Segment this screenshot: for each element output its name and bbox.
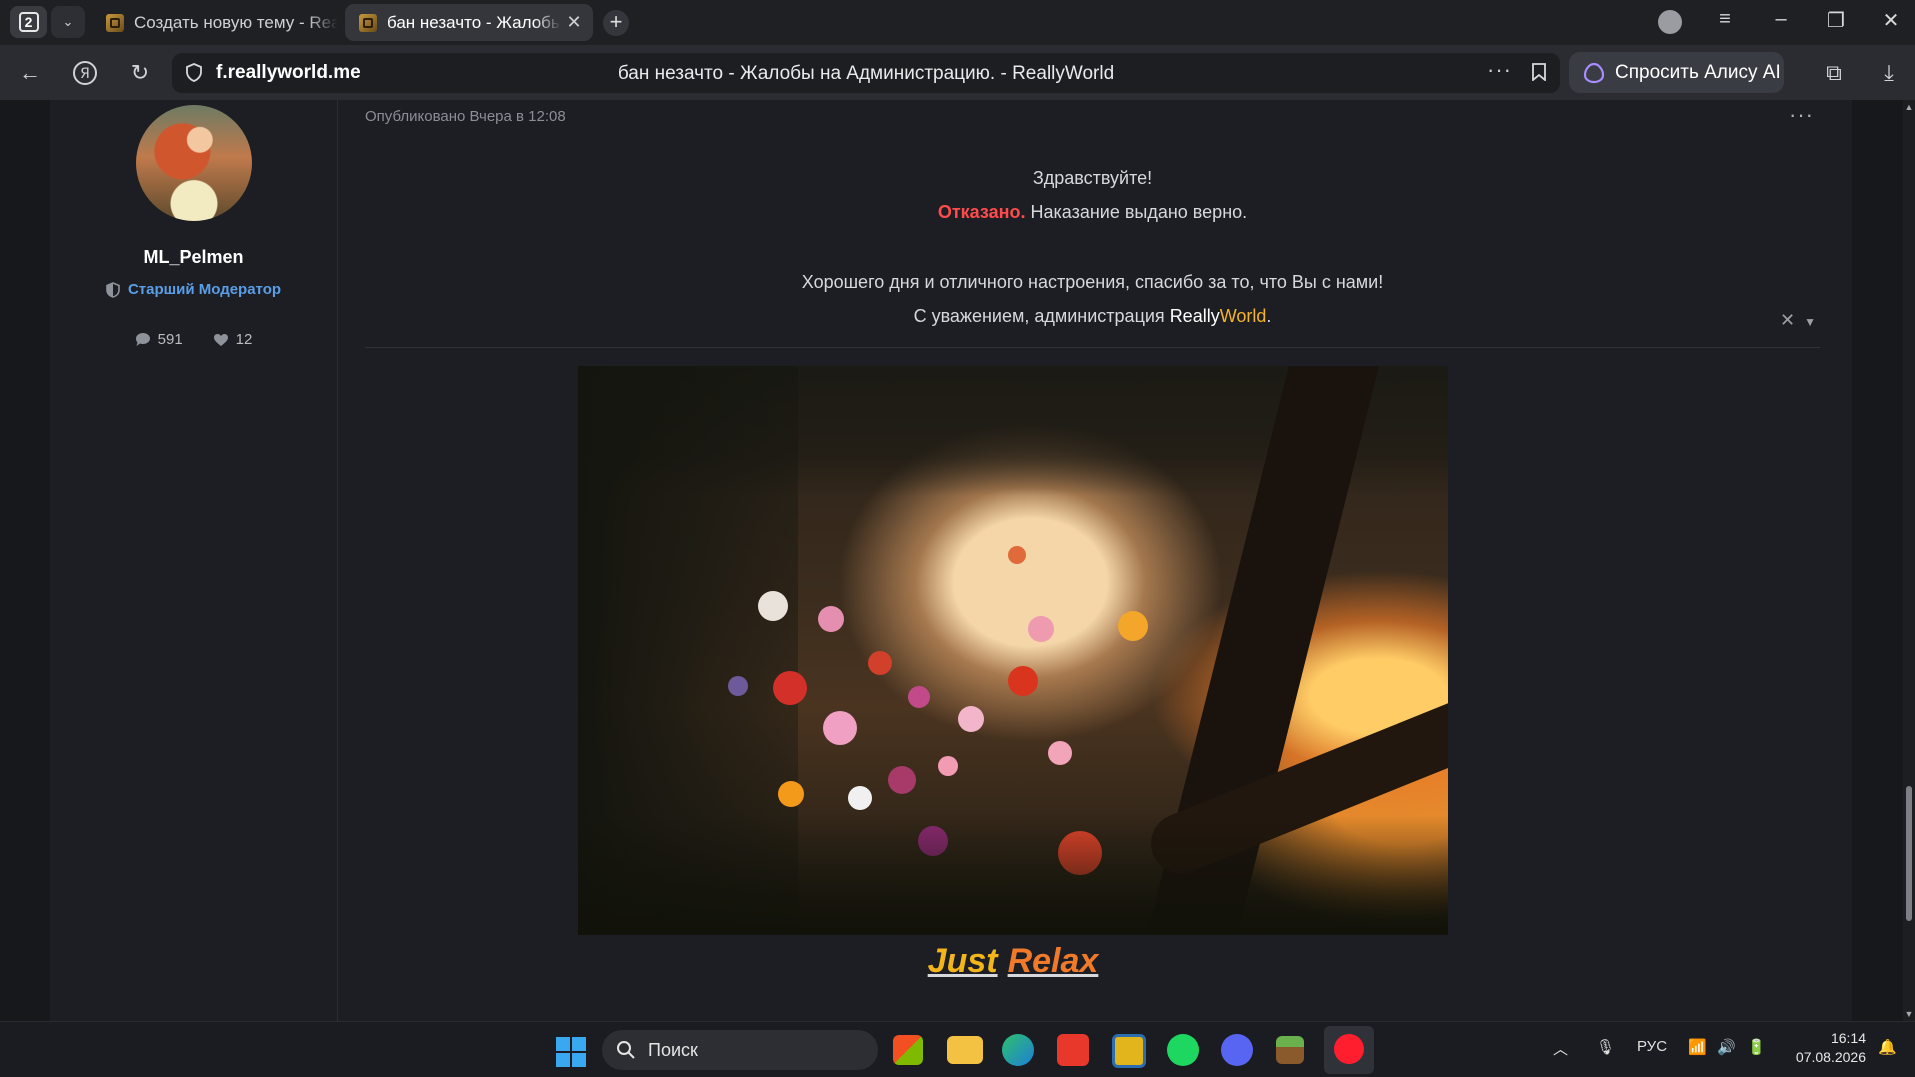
post-author-sidebar: ML_Pelmen Старший Модератор 591 12 xyxy=(50,100,338,1021)
svg-text:Я: Я xyxy=(80,66,90,82)
yandex-browser-icon[interactable] xyxy=(1334,1034,1364,1064)
moderator-shield-icon xyxy=(106,281,120,298)
restore-icon[interactable]: ❐ xyxy=(1821,8,1851,33)
author-stats: 591 12 xyxy=(50,331,337,348)
messages-stat: 591 xyxy=(135,331,183,348)
navigation-bar: ← Я ↻ f.reallyworld.me бан незачто - Жал… xyxy=(0,45,1915,100)
verdict-line: Отказано. Наказание выдано верно. xyxy=(365,195,1820,229)
microsoft-store-icon[interactable] xyxy=(893,1035,923,1065)
windows-start-icon[interactable] xyxy=(556,1037,586,1067)
verdict-text: Наказание выдано верно. xyxy=(1025,202,1248,222)
tab-title: Создать новую тему - ReallyWorld xyxy=(134,12,338,32)
greeting-text: Здравствуйте! xyxy=(1032,168,1153,188)
battery-icon[interactable]: 🔋 xyxy=(1747,1038,1766,1056)
windows-taskbar: Поиск ︿ 🎙 РУС 📶 🔊 🔋 16:14 07.08.2026 🔔 xyxy=(0,1021,1915,1077)
ask-alice-label: Спросить Алису AI xyxy=(1615,61,1781,83)
sign-suffix: . xyxy=(1266,306,1272,326)
signature-expand-caret-icon[interactable]: ▼ xyxy=(1804,315,1816,329)
signature-divider xyxy=(365,347,1820,348)
file-explorer-icon[interactable] xyxy=(947,1036,983,1064)
caption-just: Just xyxy=(927,942,998,980)
tray-overflow-chevron-icon[interactable]: ︿ xyxy=(1553,1038,1568,1059)
tab-list-chevron-icon[interactable]: ⌄ xyxy=(51,6,85,38)
author-role-label: Старший Модератор xyxy=(127,281,282,298)
forum-post: ML_Pelmen Старший Модератор 591 12 Опубл… xyxy=(50,100,1852,1021)
bookmark-icon[interactable] xyxy=(1532,63,1546,81)
search-icon xyxy=(617,1041,635,1059)
signature-caption: Just Relax xyxy=(578,942,1448,981)
spotify-icon[interactable] xyxy=(1167,1034,1199,1066)
address-bar[interactable]: f.reallyworld.me бан незачто - Жалобы на… xyxy=(172,53,1560,93)
caption-relax: Relax xyxy=(1007,942,1099,980)
edge-browser-icon[interactable] xyxy=(1002,1034,1034,1066)
reload-icon[interactable]: ↻ xyxy=(124,57,156,89)
brand-world: World xyxy=(1219,306,1267,326)
alice-icon xyxy=(1583,62,1605,83)
wifi-icon[interactable]: 📶 xyxy=(1688,1038,1707,1056)
signature-image xyxy=(578,366,1448,935)
tab-count: 2 xyxy=(18,12,39,32)
tab-strip: 2 ⌄ Создать новую тему - ReallyWorld бан… xyxy=(0,0,1915,45)
sign-line: С уважением, администрация ReallyWorld. xyxy=(365,299,1820,333)
input-language[interactable]: РУС xyxy=(1637,1038,1667,1055)
system-clock[interactable]: 16:14 07.08.2026 xyxy=(1790,1029,1866,1067)
brand-really: Really xyxy=(1169,306,1220,326)
messages-count: 591 xyxy=(157,331,183,348)
more-dots-icon[interactable]: ··· xyxy=(1487,57,1512,83)
tab-create-topic[interactable]: Создать новую тему - ReallyWorld xyxy=(92,4,338,41)
signature-controls: ✕ ▼ xyxy=(1780,310,1816,331)
verdict-label: Отказано. xyxy=(937,202,1026,222)
scroll-down-arrow-icon[interactable]: ▼ xyxy=(1904,1009,1914,1019)
download-icon[interactable]: ⤓ xyxy=(1873,57,1905,89)
ask-alice-button[interactable]: Спросить Алису AI xyxy=(1569,52,1784,93)
profile-avatar-icon[interactable] xyxy=(1658,10,1682,34)
comment-bubble-icon xyxy=(135,333,150,346)
window-close-icon[interactable]: ✕ xyxy=(1876,8,1906,33)
taskbar-search[interactable]: Поиск xyxy=(602,1030,878,1070)
post-timestamp[interactable]: Опубликовано Вчера в 12:08 xyxy=(365,108,566,125)
anydesk-icon[interactable] xyxy=(1057,1034,1089,1066)
author-username[interactable]: ML_Pelmen xyxy=(50,247,337,268)
tab-close-icon[interactable]: ✕ xyxy=(561,12,587,33)
notifications-icon[interactable]: 🔔 xyxy=(1878,1038,1897,1056)
discord-icon[interactable] xyxy=(1221,1034,1253,1066)
taskbar-search-label: Поиск xyxy=(648,1039,698,1060)
collections-icon[interactable]: ⧉ xyxy=(1818,57,1850,89)
scroll-up-arrow-icon[interactable]: ▲ xyxy=(1904,102,1914,112)
reallyworld-favicon-icon xyxy=(106,13,124,32)
address-page-title: бан незачто - Жалобы на Администрацию. -… xyxy=(617,63,1115,84)
clock-date: 07.08.2026 xyxy=(1795,1049,1866,1065)
post-options-dots-icon[interactable]: ··· xyxy=(1789,102,1814,128)
volume-icon[interactable]: 🔊 xyxy=(1717,1038,1736,1056)
yandex-home-icon[interactable]: Я xyxy=(69,57,101,89)
heart-icon xyxy=(213,333,228,346)
launcher-app-icon[interactable] xyxy=(1112,1034,1146,1068)
reallyworld-favicon-icon xyxy=(359,13,377,32)
minimize-icon[interactable]: – xyxy=(1766,8,1796,31)
tab-title: бан незачто - Жалобы на Администрацию. -… xyxy=(387,12,561,32)
post-content: Опубликовано Вчера в 12:08 ··· Здравству… xyxy=(337,100,1852,1021)
post-message: Здравствуйте! Отказано. Наказание выдано… xyxy=(365,161,1820,333)
page-scrollbar[interactable]: ▲ ▼ xyxy=(1903,100,1915,1021)
hide-signature-close-icon[interactable]: ✕ xyxy=(1780,310,1795,330)
likes-count: 12 xyxy=(235,331,253,348)
clock-time: 16:14 xyxy=(1830,1030,1866,1046)
author-role: Старший Модератор xyxy=(50,281,337,298)
likes-stat: 12 xyxy=(213,331,253,348)
forum-page: ML_Pelmen Старший Модератор 591 12 Опубл… xyxy=(0,100,1915,1021)
tab-counter-button[interactable]: 2 xyxy=(10,6,47,38)
wish-text: Хорошего дня и отличного настроения, спа… xyxy=(801,272,1384,292)
back-arrow-icon[interactable]: ← xyxy=(14,57,46,89)
tab-complaint[interactable]: бан незачто - Жалобы на Администрацию. -… xyxy=(345,4,593,41)
scrollbar-thumb[interactable] xyxy=(1906,786,1912,921)
microphone-icon[interactable]: 🎙 xyxy=(1596,1038,1615,1056)
sign-prefix: С уважением, администрация xyxy=(913,306,1170,326)
avatar[interactable] xyxy=(136,105,252,221)
menu-hamburger-icon[interactable]: ≡ xyxy=(1710,8,1740,31)
minecraft-icon[interactable] xyxy=(1276,1036,1304,1064)
new-tab-plus-icon[interactable]: + xyxy=(603,10,629,36)
